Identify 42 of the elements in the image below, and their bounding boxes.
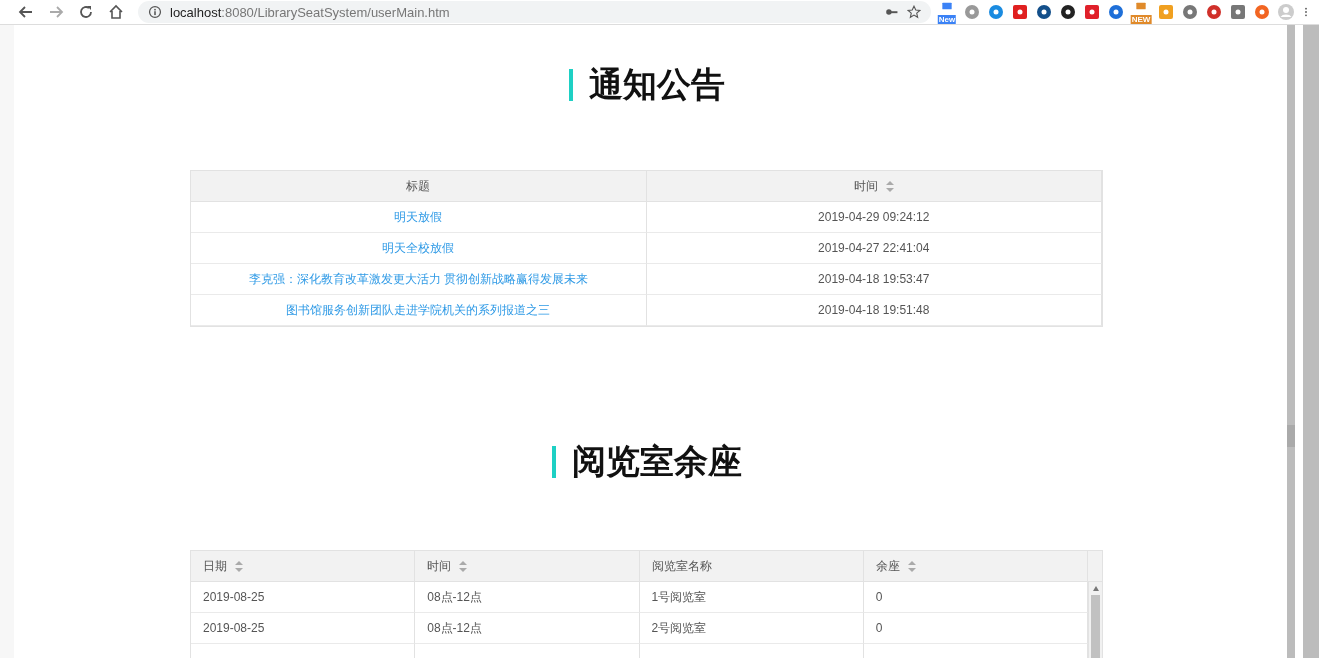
- table-cell: 2019-04-27 22:41:04: [818, 241, 930, 255]
- notice-link[interactable]: 李克强：深化教育改革激发更大活力 贯彻创新战略赢得发展未来: [248, 270, 588, 288]
- column-header[interactable]: 余座: [863, 551, 1088, 582]
- section-title: 阅览室余座: [571, 441, 742, 482]
- extension-icon[interactable]: [1035, 3, 1053, 21]
- sort-icon[interactable]: [235, 560, 243, 572]
- notice-link[interactable]: 明天放假: [394, 208, 443, 226]
- table-cell: 2号阅览室: [651, 619, 707, 637]
- column-header[interactable]: 时间: [415, 551, 640, 582]
- table-cell: 0: [875, 590, 883, 604]
- table-cell: 08点-12点: [427, 588, 482, 606]
- table-cell: 2019-04-18 19:53:47: [818, 272, 930, 286]
- address-bar[interactable]: localhost:8080/LibrarySeatSystem/userMain.htm: [138, 1, 931, 23]
- url-text: localhost:8080/LibrarySeatSystem/userMain.htm: [170, 4, 451, 20]
- table-cell: 2019-04-29 09:24:12: [818, 210, 930, 224]
- star-icon[interactable]: [907, 5, 921, 19]
- page-scrollbar[interactable]: [1287, 25, 1295, 658]
- table-cell: 1号阅览室: [651, 588, 707, 606]
- table-cell: 08点-12点: [427, 619, 482, 637]
- info-icon[interactable]: [148, 5, 162, 19]
- sort-icon[interactable]: [459, 560, 468, 572]
- extension-icon[interactable]: [1059, 3, 1077, 21]
- column-header[interactable]: 日期: [191, 551, 416, 582]
- reload-icon[interactable]: [78, 4, 94, 20]
- forward-icon[interactable]: [48, 4, 64, 20]
- home-icon[interactable]: [108, 4, 124, 20]
- section-title: 通知公告: [588, 64, 725, 105]
- column-header[interactable]: 时间: [646, 171, 1102, 202]
- table-cell: 0: [875, 621, 883, 635]
- notice-link[interactable]: 图书馆服务创新团队走进学院机关的系列报道之三: [286, 301, 551, 319]
- table-cell: 2019-08-25: [203, 590, 265, 604]
- sort-icon[interactable]: [907, 560, 916, 572]
- column-header: 阅览室名称: [639, 551, 864, 582]
- back-icon[interactable]: [18, 4, 34, 20]
- sort-icon[interactable]: [885, 180, 894, 192]
- table-scrollbar[interactable]: [1088, 582, 1102, 658]
- notice-link[interactable]: 明天全校放假: [382, 239, 455, 257]
- window-scrollbar[interactable]: [1303, 25, 1319, 658]
- table-cell: 2019-08-25: [203, 621, 265, 635]
- scroll-up-icon[interactable]: [1092, 586, 1099, 591]
- column-header: 标题: [191, 171, 647, 202]
- table-cell: 2019-04-18 19:51:48: [818, 303, 930, 317]
